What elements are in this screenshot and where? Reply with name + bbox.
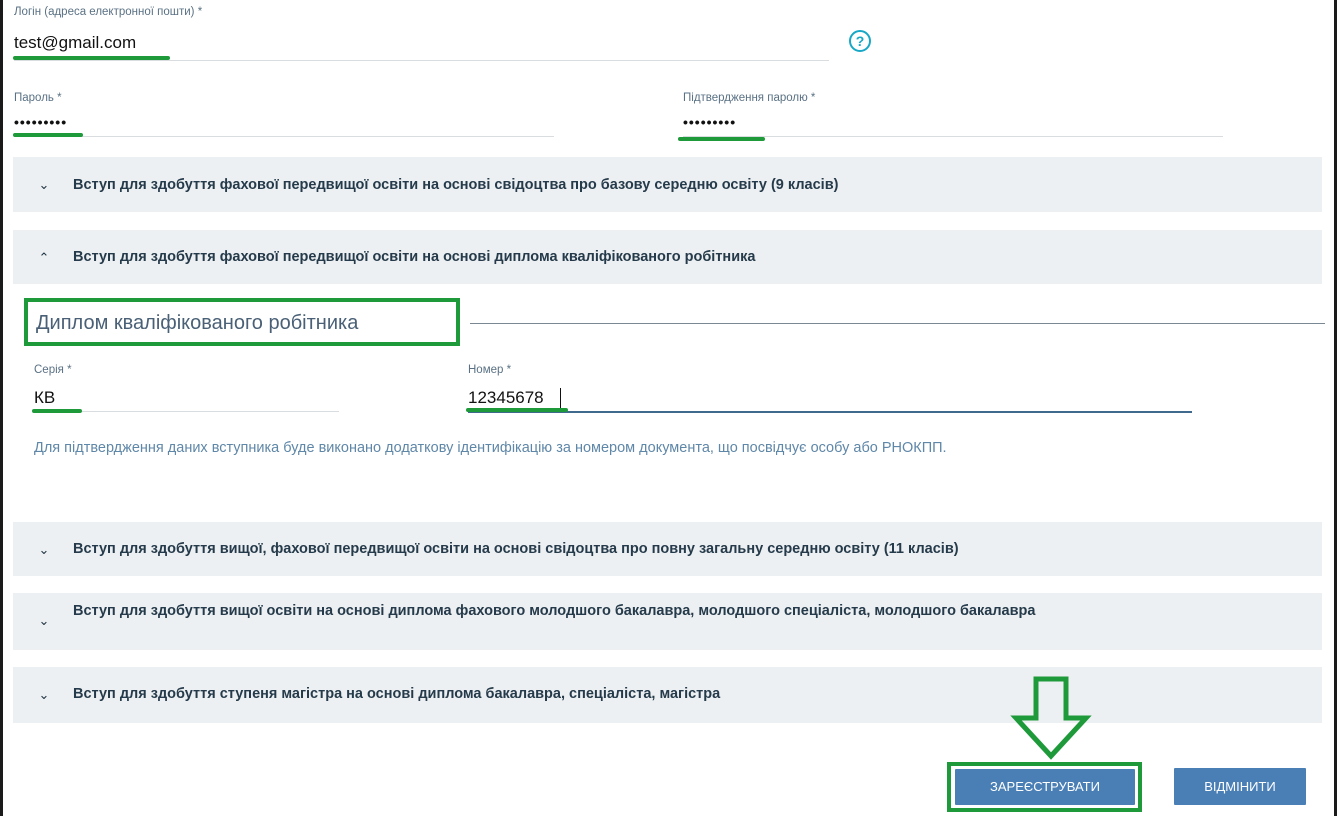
chevron-down-icon: ⌄ <box>38 613 50 628</box>
password-confirm-input[interactable]: ••••••••• <box>683 114 736 130</box>
identification-notice: Для підтвердження даних вступника буде в… <box>34 440 947 456</box>
series-label: Серія * <box>34 364 72 376</box>
password-confirm-label: Підтвердження паролю * <box>683 92 816 104</box>
password-highlight <box>13 133 83 137</box>
help-icon[interactable]: ? <box>849 30 871 52</box>
login-input[interactable]: test@gmail.com <box>14 33 136 53</box>
section-title: Вступ для здобуття ступеня магістра на о… <box>73 686 721 702</box>
chevron-up-icon: ⌃ <box>38 250 50 265</box>
section-junior-bachelor[interactable]: ⌄ Вступ для здобуття вищої освіти на осн… <box>13 593 1322 650</box>
number-highlight <box>466 408 568 412</box>
series-input[interactable]: КВ <box>34 388 55 408</box>
number-input[interactable]: 12345678 <box>468 388 544 408</box>
section-11-classes[interactable]: ⌄ Вступ для здобуття вищої, фахової пере… <box>13 522 1322 576</box>
chevron-down-icon: ⌄ <box>38 542 50 557</box>
number-label: Номер * <box>468 364 512 376</box>
cancel-button[interactable]: ВІДМІНИТИ <box>1174 768 1306 805</box>
chevron-down-icon: ⌄ <box>38 177 50 192</box>
section-title: Вступ для здобуття вищої освіти на основ… <box>73 603 1036 619</box>
login-highlight <box>13 56 170 60</box>
arrow-down-icon <box>1010 676 1092 760</box>
login-label: Логін (адреса електронної пошти) * <box>14 6 203 18</box>
password-input[interactable]: ••••••••• <box>14 114 67 130</box>
section-qualified-worker[interactable]: ⌃ Вступ для здобуття фахової передвищої … <box>13 230 1322 284</box>
password-label: Пароль * <box>14 92 62 104</box>
login-underline <box>14 60 829 61</box>
diploma-legend: Диплом кваліфікованого робітника <box>36 312 359 334</box>
section-9-classes[interactable]: ⌄ Вступ для здобуття фахової передвищої … <box>13 157 1322 212</box>
password-confirm-highlight <box>678 137 765 141</box>
series-highlight <box>32 409 82 413</box>
section-title: Вступ для здобуття вищої, фахової передв… <box>73 541 959 557</box>
number-underline <box>468 411 1192 413</box>
password-underline <box>14 136 554 137</box>
section-title: Вступ для здобуття фахової передвищої ос… <box>73 177 839 193</box>
section-master[interactable]: ⌄ Вступ для здобуття ступеня магістра на… <box>13 667 1322 723</box>
section-title: Вступ для здобуття фахової передвищої ос… <box>73 249 756 265</box>
chevron-down-icon: ⌄ <box>38 687 50 702</box>
legend-divider <box>470 323 1325 324</box>
register-button[interactable]: ЗАРЕЄСТРУВАТИ <box>955 769 1135 805</box>
text-cursor <box>560 388 561 408</box>
